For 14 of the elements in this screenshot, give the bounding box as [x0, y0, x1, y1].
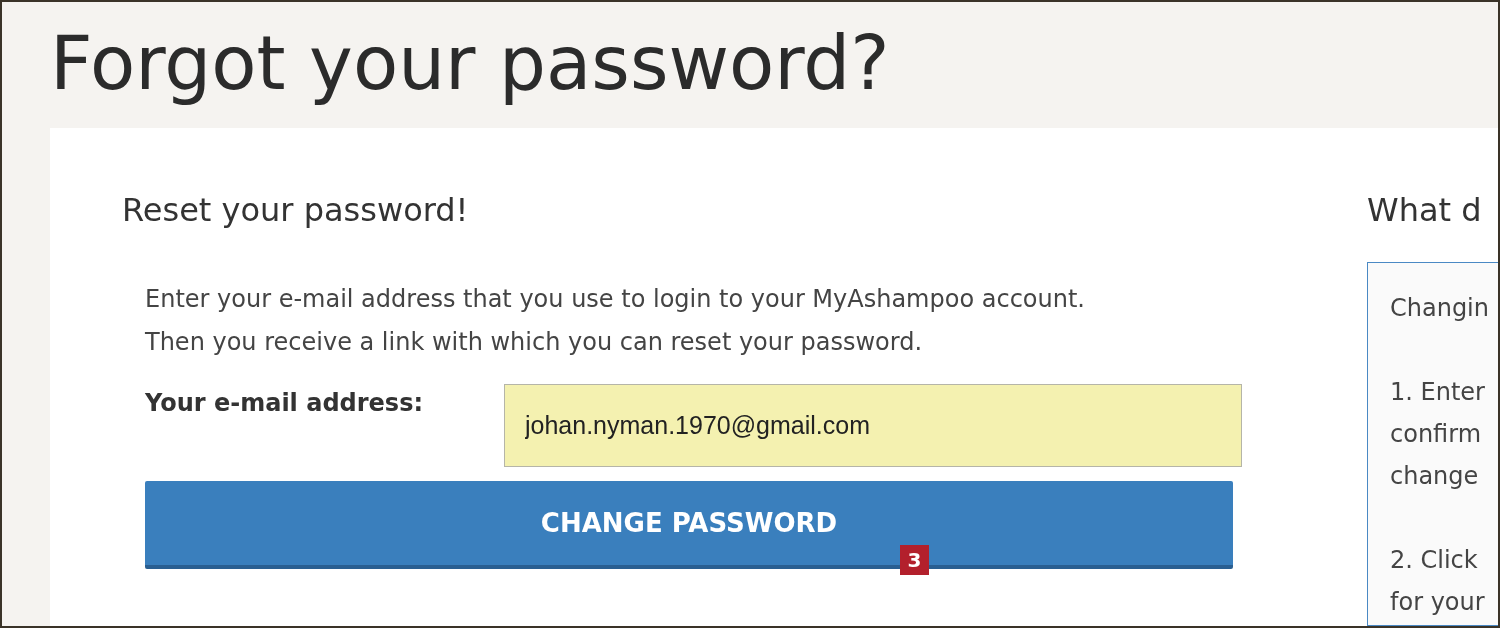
email-label: Your e-mail address:: [145, 388, 425, 419]
email-field[interactable]: johan.nyman.1970@gmail.com: [504, 384, 1242, 467]
section-heading: Reset your password!: [122, 190, 469, 231]
help-text: for your: [1390, 587, 1485, 618]
help-text: confirm: [1390, 419, 1482, 450]
page-title: Forgot your password?: [50, 19, 890, 108]
callout-badge: 3: [900, 545, 929, 575]
help-text: 2. Click: [1390, 545, 1478, 576]
section-heading: What d: [1367, 190, 1482, 231]
instruction-text: Then you receive a link with which you can reset your password.: [145, 327, 923, 358]
help-text: Changin: [1390, 293, 1489, 324]
help-text: change: [1390, 461, 1479, 492]
instruction-text: Enter your e-mail address that you use to login to your MyAshampoo account.: [145, 284, 1085, 315]
help-text: 1. Enter: [1390, 377, 1485, 408]
